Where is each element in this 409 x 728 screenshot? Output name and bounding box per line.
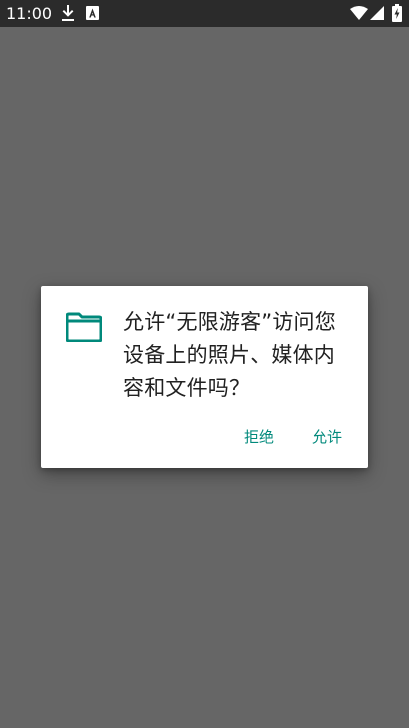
deny-button[interactable]: 拒绝	[244, 426, 274, 448]
wifi-icon	[350, 6, 368, 20]
status-bar: 11:00	[0, 0, 409, 27]
dialog-actions: 拒绝 允许	[244, 426, 342, 448]
allow-button[interactable]: 允许	[312, 426, 342, 448]
dialog-message: 允许“无限游客”访问您设备上的照片、媒体内容和文件吗？	[123, 310, 336, 400]
download-icon	[62, 5, 74, 21]
folder-icon	[66, 312, 102, 342]
app-notification-icon	[86, 6, 99, 20]
permission-dialog: 允许“无限游客”访问您设备上的照片、媒体内容和文件吗？ 拒绝 允许	[41, 286, 368, 468]
status-time: 11:00	[6, 4, 53, 23]
battery-charging-icon	[392, 4, 402, 22]
cellular-signal-icon	[370, 6, 384, 20]
